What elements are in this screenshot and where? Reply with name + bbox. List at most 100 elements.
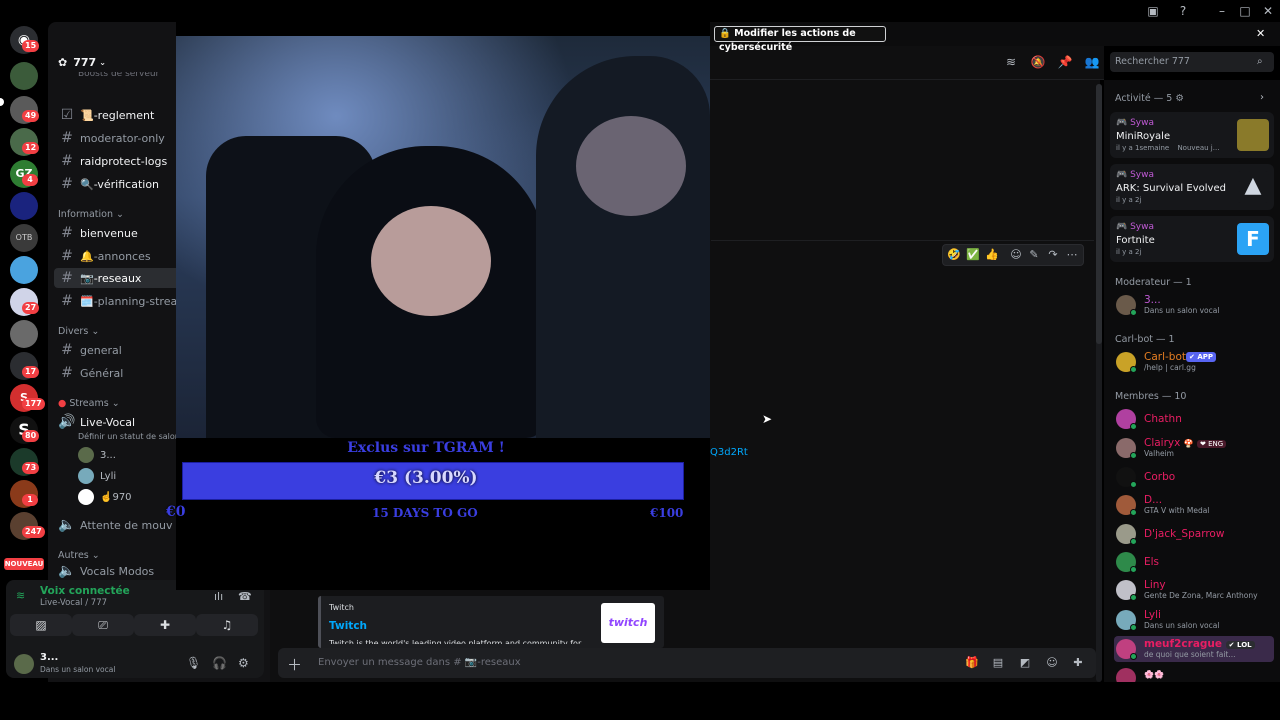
scrollbar-thumb[interactable] — [1096, 84, 1102, 344]
activity-game: Fortnite — [1116, 235, 1155, 246]
embed-title[interactable]: Twitch — [329, 620, 367, 632]
embed-description: Twitch is the world's leading video plat… — [329, 639, 582, 644]
activity-game: ARK: Survival Evolved — [1116, 183, 1226, 194]
camera-off-button[interactable]: ▨ — [10, 614, 72, 636]
server-icon[interactable] — [10, 256, 38, 284]
gift-icon[interactable]: 🎁 — [965, 656, 979, 670]
member-tag-label: ENG — [1208, 440, 1224, 448]
microphone-icon[interactable]: 🎙 — [186, 656, 201, 670]
inbox-icon[interactable]: ▣ — [1145, 3, 1161, 19]
category-autres[interactable]: Autres ⌄ — [58, 550, 100, 561]
screen-share-button[interactable]: ⎚ — [72, 614, 134, 636]
member-item[interactable]: Clairyx 🍄 ❤ ENG Valheim — [1114, 436, 1274, 460]
sticker-icon[interactable]: ◩ — [1018, 656, 1032, 670]
server-icon[interactable] — [10, 320, 38, 348]
member-item[interactable]: 🌸🌸 — [1114, 666, 1274, 682]
server-badge: 247 — [22, 526, 45, 538]
disconnect-icon[interactable]: ☎ — [238, 590, 252, 603]
member-name: D... — [1144, 494, 1163, 506]
game-icon: 🎮 — [1116, 170, 1128, 180]
threads-icon[interactable]: ≋ — [1003, 54, 1019, 70]
gif-icon[interactable]: ▤ — [991, 656, 1005, 670]
chevron-down-icon: ⌄ — [99, 57, 106, 67]
member-item[interactable]: Lyli Dans un salon vocal — [1114, 608, 1274, 632]
activity-meta-extra: Nouveau j... — [1177, 144, 1220, 152]
more-icon[interactable]: ⋯ — [1065, 248, 1079, 262]
search-input[interactable]: Rechercher 777 — [1110, 52, 1274, 72]
message-link[interactable]: Q3d2Rt — [710, 447, 748, 458]
category-information[interactable]: Information ⌄ — [58, 209, 124, 220]
cybersecurity-button[interactable]: 🔒 Modifier les actions de cybersécurité — [714, 26, 886, 53]
add-attachment-icon[interactable]: ＋ — [287, 654, 302, 675]
speaker-icon: 🔈 — [58, 564, 76, 578]
user-name[interactable]: 3... — [40, 652, 58, 663]
otb-server-icon[interactable]: OTB — [10, 224, 38, 252]
moderator-header: Moderateur — 1 — [1115, 277, 1192, 288]
activity-user: 🎮 Sywa — [1116, 118, 1154, 128]
hash-icon: # — [61, 342, 73, 358]
soundboard-button[interactable]: ♫ — [196, 614, 258, 636]
activity-user-name: Sywa — [1130, 118, 1155, 128]
forward-icon[interactable]: ↷ — [1046, 248, 1060, 262]
app-tag-label: APP — [1197, 353, 1213, 361]
member-item[interactable]: Corbo — [1114, 465, 1274, 489]
status-dot — [1130, 594, 1137, 601]
category-label: Information — [58, 209, 113, 220]
avatar — [78, 447, 94, 463]
voice-user-name: Lyli — [100, 470, 117, 482]
channel-status[interactable]: Définir un statut de salon — [78, 432, 180, 441]
boost-text: Boosts de serveur — [78, 72, 160, 79]
twitch-logo[interactable]: twitch — [601, 603, 655, 643]
maximize-icon[interactable]: □ — [1237, 3, 1253, 19]
voice-user[interactable]: Lyli — [78, 467, 116, 485]
notifications-muted-icon[interactable]: 🔕 — [1030, 54, 1046, 70]
member-item[interactable]: 3... Dans un salon vocal — [1114, 293, 1274, 317]
close-icon[interactable]: ✕ — [1256, 27, 1265, 40]
reaction-emoji-icon[interactable]: 🤣 — [947, 248, 961, 262]
reaction-check-icon[interactable]: ✅ — [966, 248, 980, 262]
member-item[interactable]: Els — [1114, 550, 1274, 574]
guild-header[interactable]: ✿ 777 ⌄ — [58, 54, 178, 70]
member-item[interactable]: D... GTA V with Medal — [1114, 493, 1274, 517]
voice-channel-path[interactable]: Live-Vocal / 777 — [40, 598, 107, 608]
member-item[interactable]: D'jack_Sparrow — [1114, 522, 1274, 546]
activities-button[interactable]: ✚ — [134, 614, 196, 636]
member-tag-label: LOL — [1236, 641, 1252, 649]
chevron-right-icon[interactable]: › — [1260, 92, 1264, 103]
category-streams[interactable]: ● Streams ⌄ — [58, 398, 120, 409]
stream-video[interactable] — [176, 36, 710, 438]
voice-status[interactable]: Voix connectée — [40, 585, 130, 597]
member-item[interactable]: Chathn — [1114, 407, 1274, 431]
member-item[interactable]: meuf2crague ✔ LOL de quoi que soient fait… — [1114, 637, 1274, 661]
minimize-icon[interactable]: – — [1214, 3, 1230, 19]
gear-icon[interactable]: ⚙ — [238, 656, 249, 670]
pin-icon[interactable]: 📌 — [1057, 54, 1073, 70]
message-input[interactable]: Envoyer un message dans # 📷-reseaux — [318, 657, 521, 668]
apps-icon[interactable]: ✚ — [1071, 656, 1085, 670]
reaction-thumbsup-icon[interactable]: 👍 — [985, 248, 999, 262]
lock-icon: 🔒 — [719, 28, 731, 39]
add-reaction-icon[interactable]: ☺ — [1009, 248, 1023, 262]
fortnite-server-icon[interactable] — [10, 192, 38, 220]
activity-header[interactable]: Activité — 5 ⚙ — [1115, 93, 1184, 104]
member-item[interactable]: Carl-bot ✔ APP /help | carl.gg — [1114, 350, 1274, 374]
edit-icon[interactable]: ✎ — [1027, 248, 1041, 262]
close-window-icon[interactable]: ✕ — [1260, 3, 1276, 19]
member-name: Lyli — [1144, 609, 1161, 621]
category-divers[interactable]: Divers ⌄ — [58, 326, 99, 337]
goal-days-left: 15 DAYS TO GO — [372, 506, 478, 520]
member-list-icon[interactable]: 👥 — [1084, 54, 1100, 70]
hash-icon: # — [61, 153, 73, 169]
help-icon[interactable]: ? — [1175, 3, 1191, 19]
hash-icon: # — [61, 293, 73, 309]
headphones-icon[interactable]: 🎧 — [212, 656, 227, 670]
voice-user[interactable]: 3... — [78, 446, 116, 464]
stream-banner: Exclus sur TGRAM ! — [347, 440, 505, 456]
user-avatar[interactable] — [14, 654, 34, 674]
new-badge[interactable]: NOUVEAU — [4, 558, 44, 570]
noise-suppression-icon[interactable]: ılı — [214, 590, 223, 603]
server-icon[interactable] — [10, 62, 38, 90]
emoji-icon[interactable]: ☺ — [1045, 656, 1059, 670]
member-item[interactable]: Liny Gente De Zona, Marc Anthony — [1114, 578, 1274, 602]
voice-user[interactable]: ☝️970 — [78, 488, 132, 506]
